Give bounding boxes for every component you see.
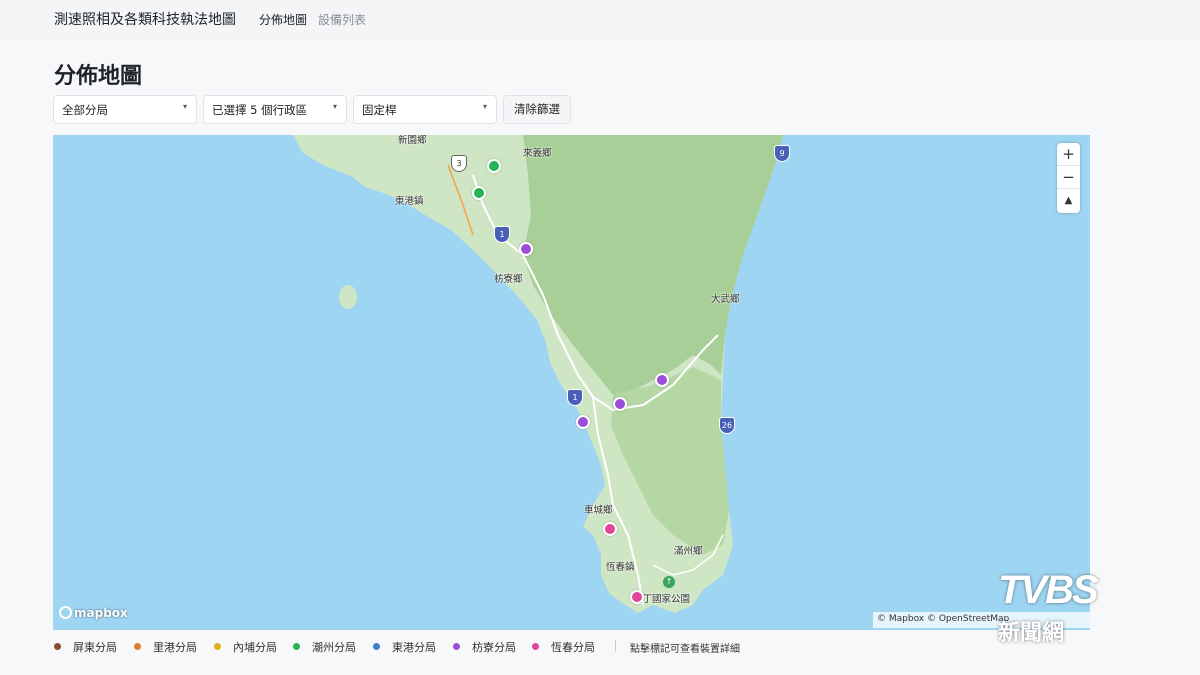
mapbox-logo[interactable]: mapbox xyxy=(59,606,128,620)
map-canvas[interactable]: 新園鄉 來義鄉 東港鎮 枋寮鄉 大武鄉 車城鄉 滿州鄉 恆春鎮 墾丁國家公園 1… xyxy=(53,135,1090,630)
legend-dot xyxy=(373,643,380,650)
chevron-down-icon: ▾ xyxy=(182,102,187,111)
park-icon: ↑ xyxy=(663,576,675,588)
zoom-out-button[interactable]: − xyxy=(1057,166,1080,189)
tvbs-watermark-sub: 新聞網 xyxy=(998,621,1065,646)
legend-item: 里港分局 xyxy=(134,639,197,655)
place-label: 恆春鎮 xyxy=(606,562,635,573)
legend-dot xyxy=(134,643,141,650)
branch-select-value: 全部分局 xyxy=(62,103,108,117)
highway-shield: 1 xyxy=(494,226,510,243)
legend-dot xyxy=(293,643,300,650)
chevron-down-icon: ▾ xyxy=(332,102,337,111)
legend-item: 東港分局 xyxy=(373,639,436,655)
place-label: 來義鄉 xyxy=(523,148,552,159)
legend-item: 枋寮分局 xyxy=(453,639,516,655)
device-marker[interactable] xyxy=(603,522,617,536)
app-title[interactable]: 測速照相及各類科技執法地圖 xyxy=(54,9,236,29)
zoom-in-button[interactable]: + xyxy=(1057,143,1080,166)
compass-button[interactable]: ▲ xyxy=(1057,189,1080,212)
district-select-value: 已選擇 5 個行政區 xyxy=(212,103,308,117)
device-marker[interactable] xyxy=(576,415,590,429)
device-marker[interactable] xyxy=(472,186,486,200)
legend-dot xyxy=(54,643,61,650)
place-label: 新園鄉 xyxy=(398,135,427,146)
legend-item: 恆春分局 xyxy=(532,639,595,655)
highway-shield: 9 xyxy=(774,145,790,162)
map-controls: + − ▲ xyxy=(1057,143,1080,213)
place-label: 滿州鄉 xyxy=(674,546,703,557)
branch-select[interactable]: 全部分局 ▾ xyxy=(53,95,197,124)
mapbox-icon xyxy=(59,606,72,619)
device-marker[interactable] xyxy=(487,159,501,173)
place-label: 枋寮鄉 xyxy=(494,274,523,285)
highway-shield: 3 xyxy=(451,155,467,172)
legend-dot xyxy=(453,643,460,650)
legend-item: 潮州分局 xyxy=(293,639,356,655)
device-marker[interactable] xyxy=(630,590,644,604)
page-title: 分佈地圖 xyxy=(54,64,143,89)
place-label: 東港鎮 xyxy=(395,196,424,207)
device-type-select[interactable]: 固定桿 ▾ xyxy=(353,95,497,124)
nav-device-list-tab[interactable]: 設備列表 xyxy=(318,11,366,28)
device-type-select-value: 固定桿 xyxy=(362,103,397,117)
chevron-down-icon: ▾ xyxy=(482,102,487,111)
legend-dot xyxy=(214,643,221,650)
device-marker[interactable] xyxy=(655,373,669,387)
map-basemap xyxy=(293,135,783,613)
clear-filters-button[interactable]: 清除篩選 xyxy=(503,95,571,124)
place-label: 車城鄉 xyxy=(584,505,613,516)
highway-shield: 26 xyxy=(719,417,735,434)
tvbs-watermark-logo: TVBS xyxy=(998,568,1099,612)
device-marker[interactable] xyxy=(613,397,627,411)
legend-hint: 點擊標記可查看裝置詳細 xyxy=(630,644,740,655)
legend-dot xyxy=(532,643,539,650)
place-label: 大武鄉 xyxy=(711,294,740,305)
district-select[interactable]: 已選擇 5 個行政區 ▾ xyxy=(203,95,347,124)
legend-divider xyxy=(615,640,616,652)
highway-shield: 1 xyxy=(567,389,583,406)
device-marker[interactable] xyxy=(519,242,533,256)
top-nav: 測速照相及各類科技執法地圖 分佈地圖 設備列表 xyxy=(0,0,1200,40)
legend-item: 內埔分局 xyxy=(214,639,277,655)
legend-item: 屏東分局 xyxy=(54,639,117,655)
nav-map-tab[interactable]: 分佈地圖 xyxy=(259,11,307,28)
